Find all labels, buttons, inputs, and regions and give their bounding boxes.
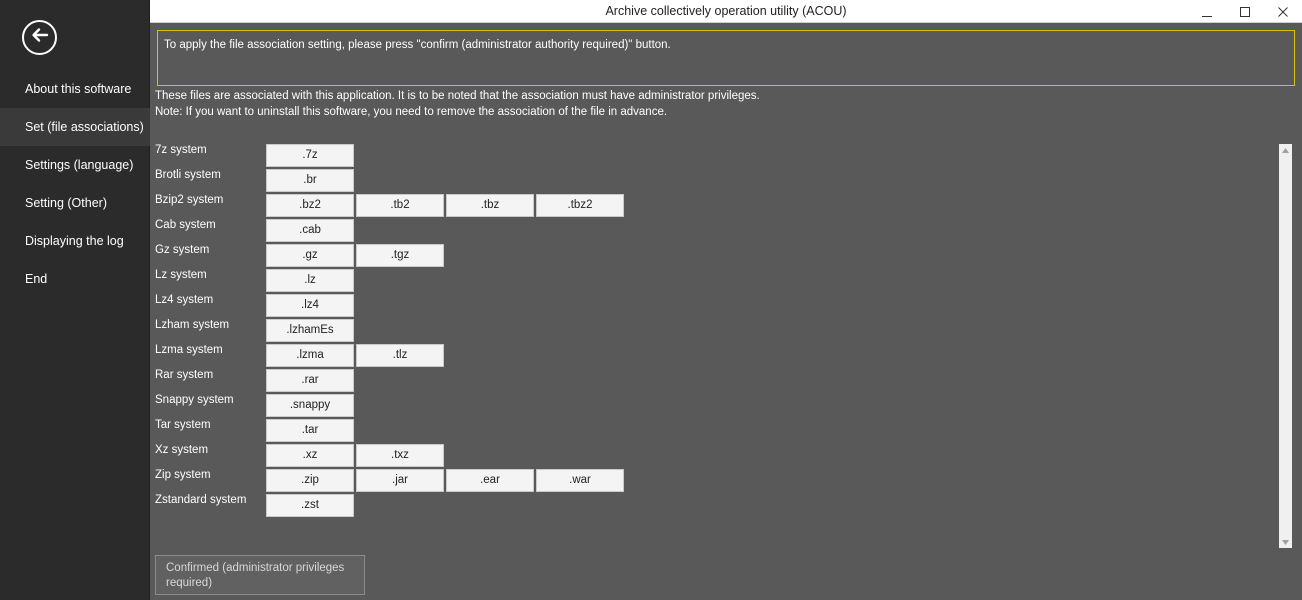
extension-toggle-button[interactable]: .lz	[266, 269, 354, 292]
association-row: Tar system .tar	[155, 419, 1255, 444]
vertical-scrollbar[interactable]	[1279, 144, 1292, 548]
association-row: Cab system .cab	[155, 219, 1255, 244]
sidebar: About this software Set (file association…	[0, 0, 150, 600]
association-label: Snappy system	[155, 394, 234, 406]
extension-toggle-button[interactable]: .cab	[266, 219, 354, 242]
association-label: Tar system	[155, 419, 211, 431]
extension-toggle-button[interactable]: .jar	[356, 469, 444, 492]
association-label: Lzham system	[155, 319, 230, 331]
window-title: Archive collectively operation utility (…	[605, 4, 847, 18]
association-label: Lzma system	[155, 344, 223, 356]
association-row: Lz system .lz	[155, 269, 1255, 294]
extension-toggle-button[interactable]: .tbz2	[536, 194, 624, 217]
sidebar-item-set-file-associations[interactable]: Set (file associations)	[0, 108, 150, 146]
scroll-up-button[interactable]	[1279, 144, 1292, 156]
association-row: Xz system .xz .txz	[155, 444, 1255, 469]
association-label: Rar system	[155, 369, 214, 381]
sidebar-item-about-this-software[interactable]: About this software	[0, 70, 150, 108]
association-row: Brotli system .br	[155, 169, 1255, 194]
extension-toggle-button[interactable]: .snappy	[266, 394, 354, 417]
close-button[interactable]	[1264, 0, 1302, 23]
notice-box: To apply the file association setting, p…	[157, 30, 1295, 86]
minimize-button[interactable]	[1188, 0, 1226, 23]
sidebar-nav: About this software Set (file association…	[0, 70, 150, 298]
back-button[interactable]	[22, 20, 57, 55]
association-row: Lzham system .lzhamEs	[155, 319, 1255, 344]
maximize-button[interactable]	[1226, 0, 1264, 23]
extension-toggle-button[interactable]: .ear	[446, 469, 534, 492]
info-line-2: Note: If you want to uninstall this soft…	[155, 106, 668, 118]
info-line-1: These files are associated with this app…	[155, 90, 760, 102]
extension-toggle-button[interactable]: .lzma	[266, 344, 354, 367]
chevron-down-icon	[1282, 539, 1289, 545]
association-label: 7z system	[155, 144, 207, 156]
association-row: Snappy system .snappy	[155, 394, 1255, 419]
association-row: Gz system .gz .tgz	[155, 244, 1255, 269]
extension-toggle-button[interactable]: .zst	[266, 494, 354, 517]
extension-toggle-button[interactable]: .txz	[356, 444, 444, 467]
association-row: Zstandard system .zst	[155, 494, 1255, 519]
confirm-button[interactable]: Confirmed (administrator privileges requ…	[155, 555, 365, 595]
minimize-icon	[1202, 15, 1212, 17]
association-row: Bzip2 system .bz2 .tb2 .tbz .tbz2	[155, 194, 1255, 219]
scroll-down-button[interactable]	[1279, 536, 1292, 548]
extension-toggle-button[interactable]: .gz	[266, 244, 354, 267]
extension-toggle-button[interactable]: .br	[266, 169, 354, 192]
association-label: Cab system	[155, 219, 216, 231]
association-label: Zstandard system	[155, 494, 247, 506]
association-label: Brotli system	[155, 169, 221, 181]
association-row: Rar system .rar	[155, 369, 1255, 394]
extension-toggle-button[interactable]: .tgz	[356, 244, 444, 267]
close-icon	[1278, 6, 1288, 17]
scroll-thumb[interactable]	[1281, 157, 1290, 535]
extension-toggle-button[interactable]: .lzhamEs	[266, 319, 354, 342]
extension-toggle-button[interactable]: .bz2	[266, 194, 354, 217]
sidebar-item-settings-language[interactable]: Settings (language)	[0, 146, 150, 184]
maximize-icon	[1240, 6, 1250, 17]
title-bar: Archive collectively operation utility (…	[150, 0, 1302, 23]
association-label: Gz system	[155, 244, 210, 256]
extension-toggle-button[interactable]: .lz4	[266, 294, 354, 317]
sidebar-item-end[interactable]: End	[0, 260, 150, 298]
association-row: Zip system .zip .jar .ear .war	[155, 469, 1255, 494]
extension-toggle-button[interactable]: .zip	[266, 469, 354, 492]
sidebar-item-setting-other[interactable]: Setting (Other)	[0, 184, 150, 222]
extension-toggle-button[interactable]: .tbz	[446, 194, 534, 217]
association-row: Lz4 system .lz4	[155, 294, 1255, 319]
window-controls	[1188, 0, 1302, 23]
extension-toggle-button[interactable]: .xz	[266, 444, 354, 467]
extension-toggle-button[interactable]: .tar	[266, 419, 354, 442]
notice-text: To apply the file association setting, p…	[164, 39, 671, 51]
association-list: 7z system .7z Brotli system .br Bzip2 system…	[155, 144, 1265, 524]
chevron-up-icon	[1282, 147, 1289, 153]
back-arrow-icon	[31, 26, 49, 49]
extension-toggle-button[interactable]: .7z	[266, 144, 354, 167]
extension-toggle-button[interactable]: .rar	[266, 369, 354, 392]
association-row: 7z system .7z	[155, 144, 1255, 169]
association-label: Lz system	[155, 269, 207, 281]
main-panel: Archive collectively operation utility (…	[150, 0, 1302, 600]
association-label: Bzip2 system	[155, 194, 224, 206]
association-label: Xz system	[155, 444, 209, 456]
association-row: Lzma system .lzma .tlz	[155, 344, 1255, 369]
association-label: Lz4 system	[155, 294, 214, 306]
extension-toggle-button[interactable]: .tlz	[356, 344, 444, 367]
extension-toggle-button[interactable]: .war	[536, 469, 624, 492]
sidebar-item-displaying-the-log[interactable]: Displaying the log	[0, 222, 150, 260]
association-label: Zip system	[155, 469, 211, 481]
extension-toggle-button[interactable]: .tb2	[356, 194, 444, 217]
